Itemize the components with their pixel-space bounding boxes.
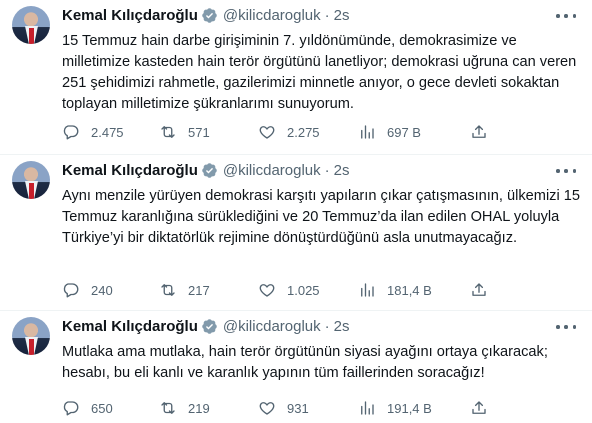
retweet-button[interactable]: 217 [159, 279, 210, 301]
reply-icon [63, 125, 79, 140]
tweet-timestamp[interactable]: 2s [334, 318, 350, 335]
verified-badge-icon [202, 163, 217, 178]
views-count: 697 B [387, 124, 421, 140]
retweet-button[interactable]: 219 [159, 397, 210, 419]
views-button[interactable]: 191,4 B [358, 397, 432, 419]
retweet-icon [161, 402, 175, 414]
more-options-icon[interactable] [556, 164, 576, 178]
views-button[interactable]: 697 B [358, 121, 421, 143]
separator-dot: · [324, 7, 330, 24]
views-icon [361, 283, 374, 297]
like-button[interactable]: 931 [258, 397, 309, 419]
like-count: 2.275 [287, 124, 320, 140]
views-count: 191,4 B [387, 400, 432, 416]
tweet-actions: 240 217 1.025 181,4 B [62, 279, 492, 301]
retweet-count: 217 [188, 282, 210, 298]
avatar[interactable] [12, 317, 50, 355]
views-icon [361, 401, 374, 415]
views-button[interactable]: 181,4 B [358, 279, 432, 301]
tweet-timestamp[interactable]: 2s [334, 7, 350, 24]
author-handle[interactable]: @kilicdarogluk [223, 318, 321, 335]
reply-count: 2.475 [91, 124, 124, 140]
verified-badge-icon [202, 319, 217, 334]
retweet-icon [161, 126, 175, 138]
separator-dot: · [324, 318, 330, 335]
reply-button[interactable]: 650 [62, 397, 113, 419]
verified-badge-icon [202, 8, 217, 23]
tweet-text: 15 Temmuz hain darbe girişiminin 7. yıld… [62, 33, 577, 112]
like-count: 1.025 [287, 282, 320, 298]
like-count: 931 [287, 400, 309, 416]
author-handle[interactable]: @kilicdarogluk [223, 7, 321, 24]
retweet-icon [161, 284, 175, 296]
tweet-header: Kemal Kılıçdaroğlu @kilicdarogluk · 2s [62, 162, 349, 179]
reply-button[interactable]: 2.475 [62, 121, 124, 143]
author-handle[interactable]: @kilicdarogluk [223, 162, 321, 179]
share-icon [472, 401, 486, 414]
author-name[interactable]: Kemal Kılıçdaroğlu [62, 7, 198, 24]
like-button[interactable]: 1.025 [258, 279, 320, 301]
tweet[interactable]: Kemal Kılıçdaroğlu @kilicdarogluk · 2s 1… [0, 0, 592, 155]
tweet-text: Aynı menzile yürüyen demokrasi karşıtı y… [62, 188, 581, 246]
more-options-icon[interactable] [556, 9, 576, 23]
like-icon [259, 402, 275, 415]
views-count: 181,4 B [387, 282, 432, 298]
tweet[interactable]: Kemal Kılıçdaroğlu @kilicdarogluk · 2s A… [0, 155, 592, 311]
share-button[interactable] [470, 397, 499, 419]
avatar[interactable] [12, 6, 50, 44]
avatar[interactable] [12, 161, 50, 199]
tweet-feed: Kemal Kılıçdaroğlu @kilicdarogluk · 2s 1… [0, 0, 592, 423]
retweet-count: 571 [188, 124, 210, 140]
like-icon [259, 126, 275, 139]
views-icon [361, 125, 374, 139]
share-icon [472, 125, 486, 138]
tweet-header: Kemal Kılıçdaroğlu @kilicdarogluk · 2s [62, 7, 349, 24]
retweet-button[interactable]: 571 [159, 121, 210, 143]
like-button[interactable]: 2.275 [258, 121, 320, 143]
share-icon [472, 283, 486, 296]
author-name[interactable]: Kemal Kılıçdaroğlu [62, 318, 198, 335]
retweet-count: 219 [188, 400, 210, 416]
tweet-text: Mutlaka ama mutlaka, hain terör örgütünü… [62, 344, 548, 381]
reply-count: 650 [91, 400, 113, 416]
reply-icon [63, 401, 79, 416]
tweet-actions: 2.475 571 2.275 697 B [62, 121, 492, 143]
more-options-icon[interactable] [556, 320, 576, 334]
reply-icon [63, 283, 79, 298]
tweet-header: Kemal Kılıçdaroğlu @kilicdarogluk · 2s [62, 318, 349, 335]
reply-count: 240 [91, 282, 113, 298]
share-button[interactable] [470, 279, 499, 301]
author-name[interactable]: Kemal Kılıçdaroğlu [62, 162, 198, 179]
tweet-actions: 650 219 931 191,4 B [62, 397, 492, 419]
like-icon [259, 284, 275, 297]
tweet-timestamp[interactable]: 2s [334, 162, 350, 179]
separator-dot: · [324, 162, 330, 179]
tweet[interactable]: Kemal Kılıçdaroğlu @kilicdarogluk · 2s M… [0, 311, 592, 423]
reply-button[interactable]: 240 [62, 279, 113, 301]
share-button[interactable] [470, 121, 499, 143]
